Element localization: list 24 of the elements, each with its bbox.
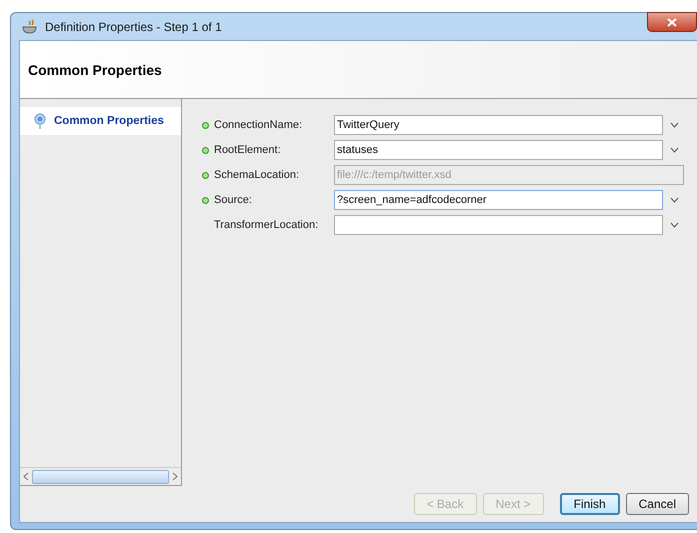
input-field[interactable]: statuses xyxy=(334,140,663,160)
close-button[interactable] xyxy=(647,12,697,32)
field-label: SchemaLocation: xyxy=(214,169,300,181)
page-heading: Common Properties xyxy=(28,62,162,78)
chevron-down-icon[interactable] xyxy=(670,122,679,128)
chevron-down-icon[interactable] xyxy=(670,147,679,153)
sidebar-item[interactable]: Common Properties xyxy=(20,107,181,135)
chevron-down-icon[interactable] xyxy=(670,197,679,203)
chevron-down-icon[interactable] xyxy=(670,222,679,228)
cup-icon xyxy=(21,18,39,34)
close-icon xyxy=(667,18,677,26)
field-label: RootElement: xyxy=(214,144,282,156)
scroll-thumb[interactable] xyxy=(32,470,169,484)
field-label: TransformerLocation: xyxy=(214,219,320,231)
window-title: Definition Properties - Step 1 of 1 xyxy=(45,20,222,34)
field-label: Source: xyxy=(214,194,253,206)
input-field[interactable]: TwitterQuery xyxy=(334,115,663,135)
dialog-button[interactable]: Finish xyxy=(560,493,620,515)
dialog-button[interactable]: Cancel xyxy=(626,493,689,515)
input-field[interactable]: ?screen_name=adfcodecorner xyxy=(334,190,663,210)
step-icon xyxy=(34,113,46,129)
field-label: ConnectionName: xyxy=(214,119,304,131)
horizontal-scrollbar[interactable] xyxy=(20,467,181,485)
input-field[interactable] xyxy=(334,215,663,235)
